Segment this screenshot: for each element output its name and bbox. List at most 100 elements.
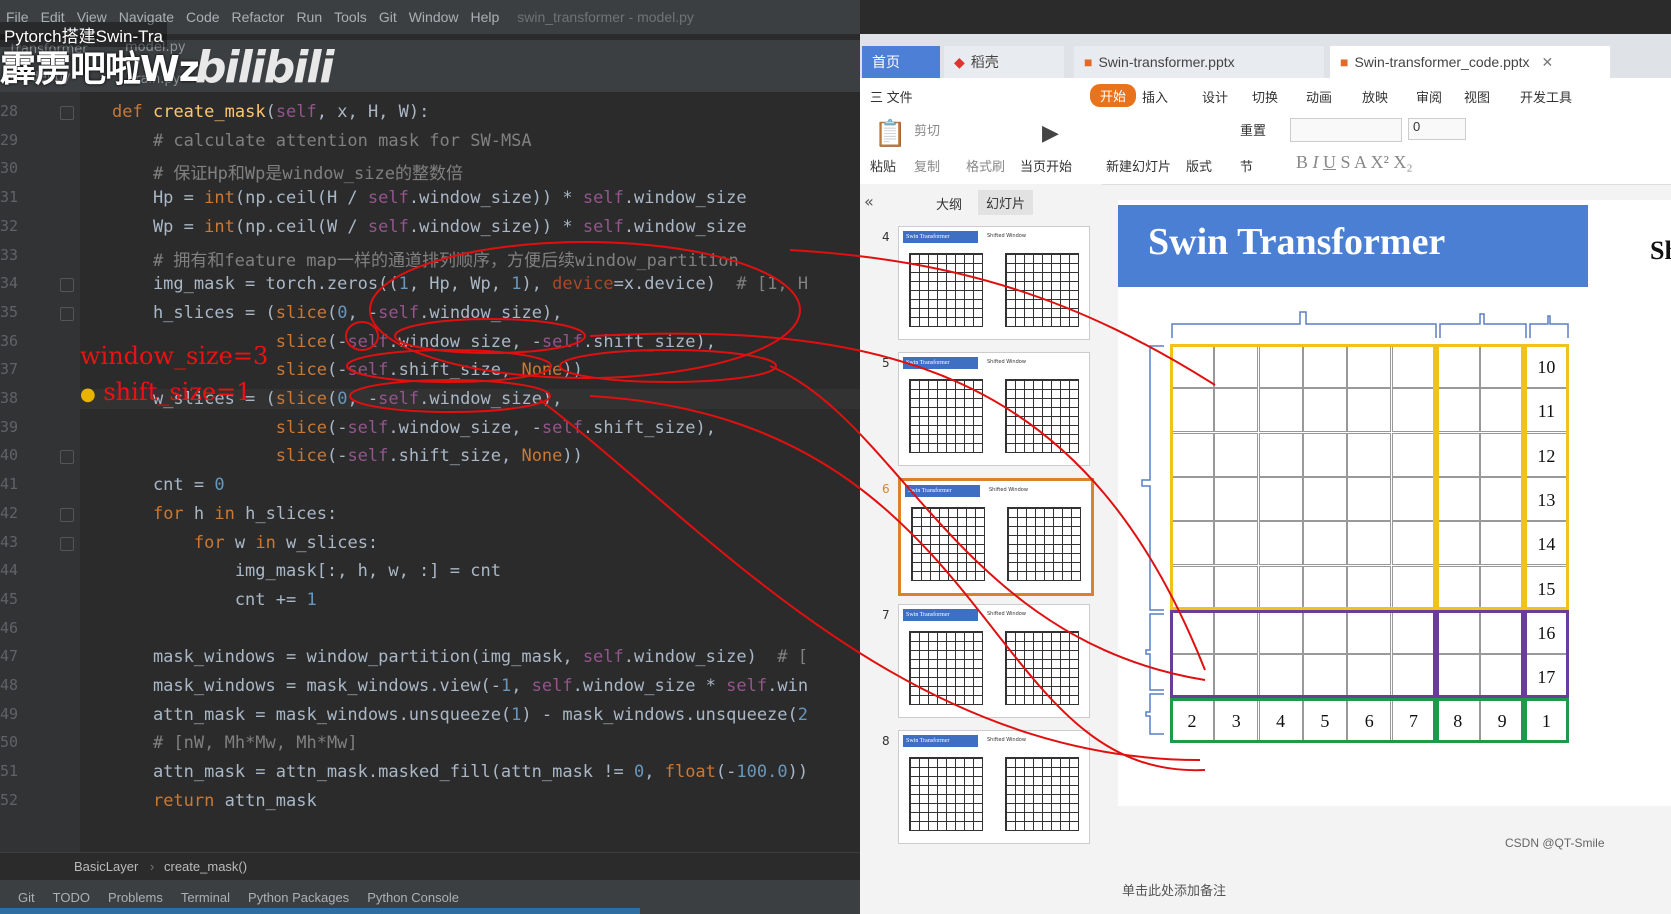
wps-menu-3[interactable]: 设计 — [1202, 87, 1228, 106]
code-line[interactable]: # [nW, Mh*Mw, Mh*Mw] — [112, 733, 358, 753]
fold-icon[interactable] — [60, 450, 74, 465]
wps-menu-7[interactable]: 审阅 — [1416, 87, 1442, 106]
thumb-grid — [1005, 379, 1079, 453]
menu-code[interactable]: Code — [186, 9, 219, 25]
code-line[interactable]: slice(-self.window_size, -self.shift_siz… — [112, 418, 716, 438]
progress-bar — [0, 908, 640, 914]
slide-thumbnail[interactable]: Swin Transformer Shifted Window — [898, 226, 1090, 340]
slide-thumbnail[interactable]: Swin Transformer Shifted Window — [898, 478, 1094, 596]
tool-problems[interactable]: Problems — [108, 890, 163, 905]
wps-menu-9[interactable]: 开发工具 — [1520, 87, 1572, 106]
thumb-grid — [1005, 631, 1079, 705]
collapse-icon[interactable]: « — [864, 192, 874, 211]
slide-canvas[interactable]: Swin Transformer Sh 10111213141516172345… — [1118, 200, 1671, 806]
fold-icon[interactable] — [60, 106, 74, 120]
code-line[interactable]: for h in h_slices: — [112, 504, 337, 524]
text-format-icons[interactable]: B I U S A X² X₂ — [1296, 152, 1413, 173]
code-line[interactable]: for w in w_slices: — [112, 533, 378, 553]
code-line[interactable]: # 拥有和feature map一样的通道排列顺序，方便后续window_par… — [112, 246, 739, 271]
line-number: 46 — [0, 618, 19, 637]
code-line[interactable]: def create_mask(self, x, H, W): — [112, 102, 429, 122]
code-line[interactable]: mask_windows = window_partition(img_mask… — [112, 647, 808, 667]
wps-menu-0[interactable]: 三 文件 — [870, 87, 913, 106]
line-number: 40 — [0, 446, 19, 465]
tool-git[interactable]: Git — [18, 890, 35, 905]
format-painter-button[interactable]: 格式刷 — [966, 156, 1005, 175]
line-number: 48 — [0, 676, 19, 694]
font-size-select[interactable]: 0 — [1408, 118, 1466, 140]
fold-icon[interactable] — [60, 278, 74, 293]
wps-menu-4[interactable]: 切换 — [1252, 87, 1278, 106]
menu-git[interactable]: Git — [379, 9, 397, 25]
menu-run[interactable]: Run — [296, 9, 322, 25]
slide-thumbnail[interactable]: Swin Transformer Shifted Window — [898, 604, 1090, 718]
copy-button[interactable]: 复制 — [914, 156, 940, 175]
code-line[interactable]: img_mask = torch.zeros((1, Hp, Wp, 1), d… — [112, 274, 808, 294]
font-family-select[interactable] — [1290, 118, 1402, 142]
cut-button[interactable]: 剪切 — [914, 120, 940, 139]
window-title: swin_transformer - model.py — [517, 9, 694, 25]
line-number: 31 — [0, 188, 19, 207]
breadcrumb-method[interactable]: create_mask() — [164, 859, 247, 874]
notes-area[interactable]: 单击此处添加备注 — [1102, 864, 1671, 914]
section-button[interactable]: 节 — [1240, 156, 1253, 175]
tool-python-console[interactable]: Python Console — [367, 890, 459, 905]
start-current-button[interactable]: 当页开始 — [1020, 156, 1072, 175]
paste-button[interactable]: 粘贴 — [870, 156, 896, 175]
fold-icon[interactable] — [60, 306, 74, 321]
tab-swin-pptx[interactable]: ■ Swin-transformer.pptx — [1074, 46, 1324, 78]
menu-refactor[interactable]: Refactor — [232, 9, 285, 25]
video-title: Pytorch搭建Swin-Tra — [0, 22, 168, 47]
wps-menu-5[interactable]: 动画 — [1306, 87, 1332, 106]
slide-thumbnail[interactable]: Swin Transformer Shifted Window — [898, 352, 1090, 466]
layout-button[interactable]: 版式 — [1186, 156, 1212, 175]
menu-tools[interactable]: Tools — [334, 9, 367, 25]
line-number: 50 — [0, 733, 19, 752]
thumb-grid — [909, 379, 983, 453]
menu-help[interactable]: Help — [471, 9, 500, 25]
line-number: 38 — [0, 389, 19, 407]
wps-menu-1[interactable]: 开始 — [1090, 84, 1137, 107]
play-icon[interactable]: ▶ — [1042, 120, 1059, 146]
tool-terminal[interactable]: Terminal — [181, 890, 230, 905]
wps-tab-bar: 首页 ◆ 稻壳 ■ Swin-transformer.pptx ■ Swin-t… — [860, 34, 1671, 78]
line-number: 30 — [0, 159, 19, 178]
fold-icon[interactable] — [60, 536, 74, 551]
tool-python-packages[interactable]: Python Packages — [248, 890, 349, 905]
tab-swin-code-pptx[interactable]: ■ Swin-transformer_code.pptx ✕ — [1330, 46, 1610, 78]
new-slide-button[interactable]: 新建幻灯片 — [1106, 156, 1171, 175]
annotation-shift-size-text: shift_size=1 — [103, 378, 252, 406]
tab-docer[interactable]: ◆ 稻壳 — [944, 46, 1064, 78]
tab-home[interactable]: 首页 — [862, 46, 940, 78]
fold-icon[interactable] — [60, 507, 74, 522]
code-line[interactable]: attn_mask = attn_mask.masked_fill(attn_m… — [112, 762, 808, 782]
wps-menu-6[interactable]: 放映 — [1362, 87, 1388, 106]
code-line[interactable]: Wp = int(np.ceil(W / self.window_size)) … — [112, 217, 747, 237]
wps-menu-8[interactable]: 视图 — [1464, 87, 1490, 106]
lightbulb-icon[interactable]: ● — [80, 384, 96, 405]
tool-todo[interactable]: TODO — [53, 890, 90, 905]
slide-thumbnail[interactable]: Swin Transformer Shifted Window — [898, 730, 1090, 844]
line-number: 39 — [0, 417, 19, 436]
panel-tab-slides[interactable]: 幻灯片 — [978, 190, 1034, 215]
code-line[interactable]: Hp = int(np.ceil(H / self.window_size)) … — [112, 188, 747, 208]
code-line[interactable]: cnt += 1 — [112, 590, 317, 610]
code-line[interactable]: slice(-self.shift_size, None)) — [112, 446, 583, 466]
paste-icon[interactable]: 📋 — [874, 118, 906, 149]
line-number: 41 — [0, 475, 19, 494]
panel-tab-outline[interactable]: 大纲 — [936, 194, 962, 213]
code-line[interactable]: img_mask[:, h, w, :] = cnt — [112, 561, 501, 581]
code-line[interactable]: return attn_mask — [112, 791, 317, 811]
code-line[interactable]: # calculate attention mask for SW-MSA — [112, 131, 532, 151]
wps-menu-2[interactable]: 插入 — [1142, 87, 1168, 106]
code-line[interactable]: mask_windows = mask_windows.view(-1, sel… — [112, 676, 808, 696]
reset-button[interactable]: 重置 — [1240, 120, 1266, 139]
line-number: 37 — [0, 360, 19, 379]
code-line[interactable]: cnt = 0 — [112, 475, 225, 495]
code-line[interactable]: h_slices = (slice(0, -self.window_size), — [112, 303, 562, 323]
breadcrumb-class[interactable]: BasicLayer — [74, 859, 138, 874]
close-icon[interactable]: ✕ — [1542, 54, 1554, 71]
code-line[interactable]: attn_mask = mask_windows.unsqueeze(1) - … — [112, 705, 808, 725]
code-line[interactable]: # 保证Hp和Wp是window_size的整数倍 — [112, 159, 463, 184]
menu-window[interactable]: Window — [409, 9, 459, 25]
